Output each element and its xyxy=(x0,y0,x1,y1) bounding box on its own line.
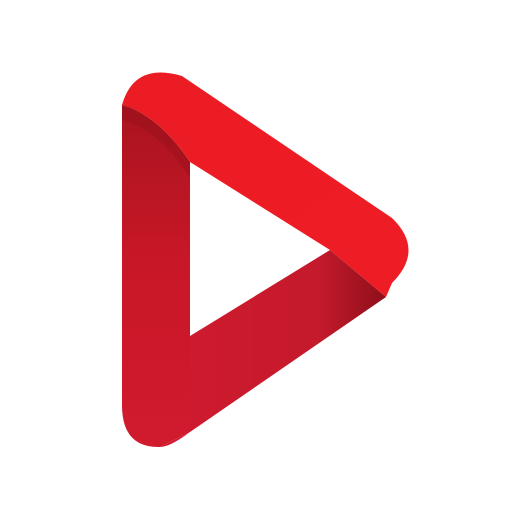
app-icon-canvas xyxy=(0,0,512,512)
play-triangle-icon xyxy=(122,72,409,448)
bottom-band-shape xyxy=(160,250,386,447)
